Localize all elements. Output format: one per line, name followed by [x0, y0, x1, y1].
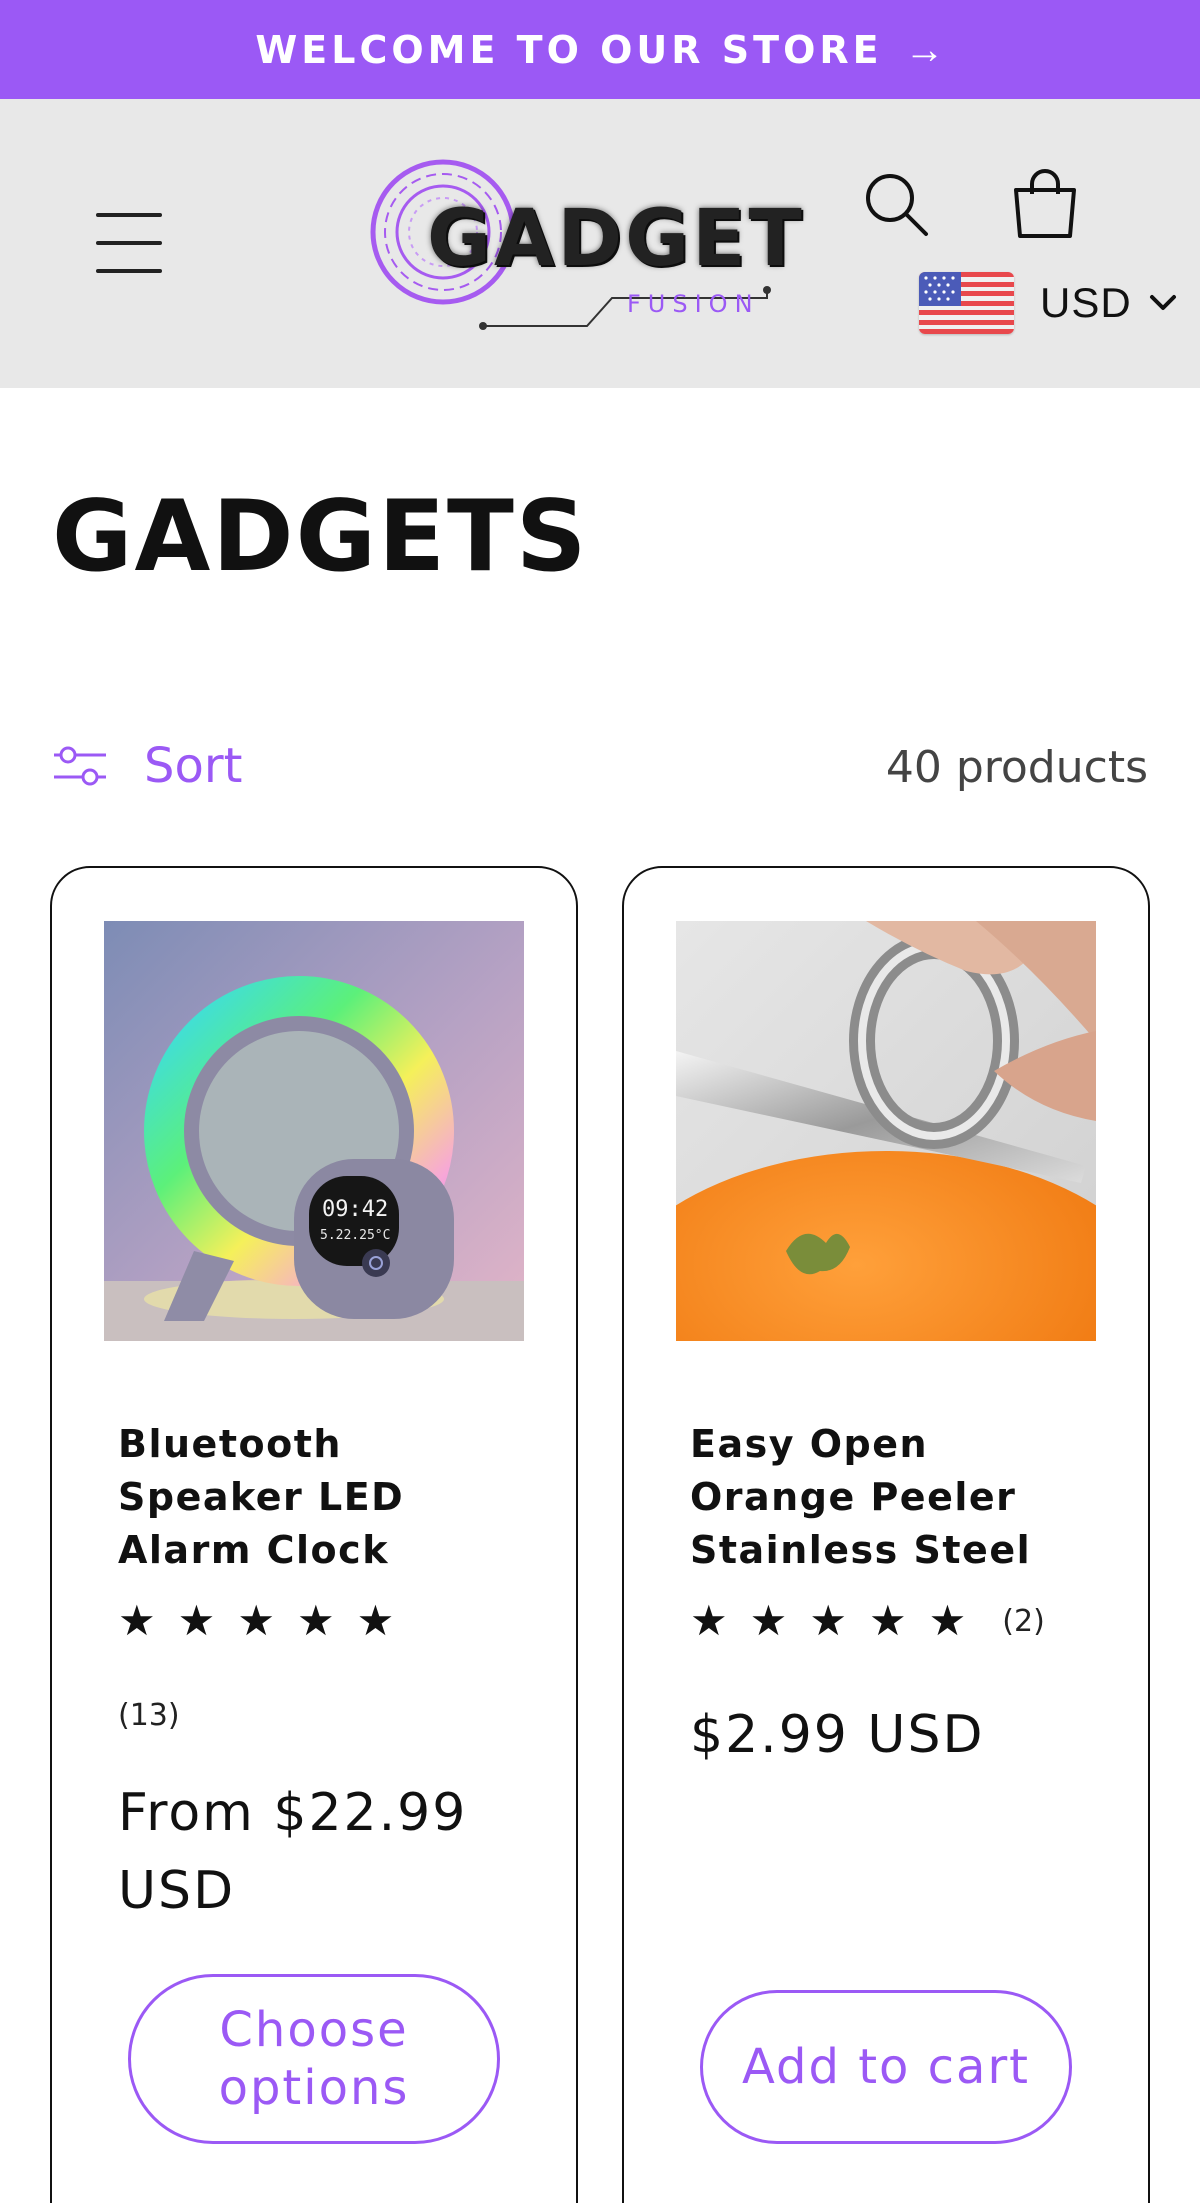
clock-date-display: 5.22.25°C: [320, 1228, 390, 1243]
star-icon: ★: [118, 1597, 156, 1644]
announcement-text: WELCOME TO OUR STORE: [255, 27, 883, 72]
choose-options-button[interactable]: Choose options: [128, 1974, 500, 2144]
logo-wordmark: GADGET: [427, 194, 805, 284]
product-price: $2.99 USD: [690, 1705, 985, 1765]
cart-icon[interactable]: [1010, 168, 1080, 240]
product-price: From $22.99 USD: [118, 1783, 468, 1921]
star-icon: ★: [809, 1597, 847, 1644]
star-rating: ★ ★ ★ ★ ★ (2): [690, 1600, 1045, 1642]
review-count: (2): [1002, 1603, 1045, 1639]
search-icon[interactable]: [862, 170, 932, 240]
sort-button[interactable]: Sort: [52, 736, 242, 796]
menu-icon[interactable]: [96, 213, 162, 273]
star-icon: ★: [237, 1597, 275, 1644]
product-count: 40 products: [885, 742, 1148, 793]
chevron-down-icon: [1149, 295, 1176, 310]
star-icon: ★: [356, 1597, 395, 1644]
review-count: (13): [118, 1698, 180, 1733]
store-logo[interactable]: GADGET FUSION: [365, 156, 802, 346]
star-icon: ★: [749, 1597, 788, 1644]
sort-label: Sort: [144, 738, 243, 794]
star-icon: ★: [868, 1597, 907, 1644]
arrow-right-icon: →: [904, 27, 945, 72]
star-rating: ★ ★ ★ ★ ★: [118, 1600, 416, 1642]
product-title[interactable]: Easy Open Orange Peeler Stainless Steel: [690, 1418, 1090, 1577]
announcement-bar[interactable]: WELCOME TO OUR STORE →: [0, 0, 1200, 99]
product-card[interactable]: 09:42 5.22.25°C Bluetooth Speaker LED Al…: [50, 866, 578, 2203]
currency-selector[interactable]: USD: [919, 270, 1178, 336]
add-to-cart-button[interactable]: Add to cart: [700, 1990, 1072, 2144]
page-title: GADGETS: [52, 480, 589, 594]
product-card[interactable]: Easy Open Orange Peeler Stainless Steel …: [622, 866, 1150, 2203]
product-title[interactable]: Bluetooth Speaker LED Alarm Clock: [118, 1418, 518, 1577]
filter-sliders-icon: [54, 746, 106, 786]
star-icon: ★: [928, 1597, 967, 1644]
product-image[interactable]: 09:42 5.22.25°C: [104, 921, 524, 1341]
logo-subtitle: FUSION: [627, 290, 760, 318]
us-flag-icon: [919, 272, 1014, 334]
currency-code: USD: [1040, 279, 1132, 326]
star-icon: ★: [296, 1597, 335, 1644]
star-icon: ★: [177, 1597, 216, 1644]
site-header: GADGET FUSION USD: [0, 99, 1200, 388]
clock-time-display: 09:42: [322, 1197, 388, 1222]
product-image[interactable]: [676, 921, 1096, 1341]
star-icon: ★: [690, 1597, 728, 1644]
